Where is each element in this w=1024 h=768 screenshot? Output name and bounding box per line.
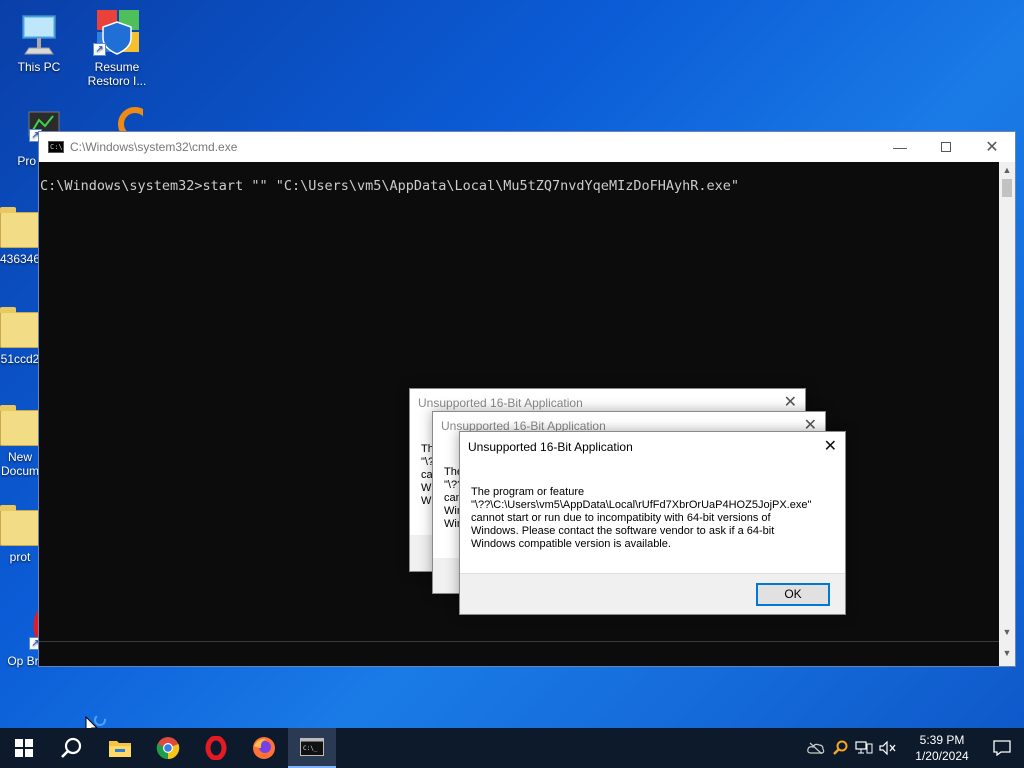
message-line: Windows. Please contact the software ven… bbox=[471, 525, 775, 537]
system-tray: 5:39 PM 1/20/2024 bbox=[804, 728, 1024, 768]
windows-logo-icon bbox=[15, 739, 33, 757]
cmd-app-icon: C:\ bbox=[48, 141, 64, 153]
scroll-up-icon[interactable]: ▲ bbox=[999, 162, 1015, 179]
close-icon[interactable]: ✕ bbox=[824, 432, 837, 462]
message-line: Windows compatible version is available. bbox=[471, 538, 671, 550]
taskbar-opera[interactable] bbox=[192, 728, 240, 768]
message-line: cannot start or run due to incompatibity… bbox=[471, 512, 771, 524]
vertical-scrollbar[interactable]: ▲ ▼ bbox=[999, 162, 1015, 641]
network-icon[interactable] bbox=[852, 728, 876, 768]
restoro-icon: ↗ bbox=[93, 8, 141, 56]
onedrive-offline-icon[interactable] bbox=[804, 728, 828, 768]
svg-text:C:\_: C:\_ bbox=[303, 745, 318, 752]
opera-icon bbox=[205, 736, 227, 760]
horizontal-scrollbar[interactable] bbox=[39, 641, 999, 666]
dialog-message: The program or feature "\??\C:\Users\vm5… bbox=[460, 462, 845, 574]
desktop-icon-label: This PC bbox=[17, 60, 61, 74]
shortcut-arrow-icon: ↗ bbox=[93, 43, 106, 56]
scrollbar-thumb[interactable] bbox=[1002, 179, 1012, 197]
minimize-icon: — bbox=[893, 139, 907, 155]
desktop-icon-label: Resume Restoro I... bbox=[87, 60, 147, 88]
scroll-corner-down-icon[interactable]: ▼ bbox=[999, 641, 1015, 666]
folder-icon bbox=[0, 207, 40, 248]
cmd-window-title: C:\Windows\system32\cmd.exe bbox=[70, 140, 238, 154]
maximize-icon bbox=[941, 142, 951, 152]
taskbar: C:\_ 5:39 PM 1/20/2024 bbox=[0, 728, 1024, 768]
maximize-button[interactable] bbox=[923, 132, 969, 162]
search-icon bbox=[61, 737, 82, 758]
close-button[interactable]: ✕ bbox=[969, 132, 1015, 162]
dialog-title-bar[interactable]: Unsupported 16-Bit Application ✕ bbox=[460, 432, 845, 462]
taskbar-chrome[interactable] bbox=[144, 728, 192, 768]
file-explorer-icon bbox=[109, 741, 131, 757]
volume-muted-icon[interactable] bbox=[876, 728, 900, 768]
taskbar-file-explorer[interactable] bbox=[96, 728, 144, 768]
chrome-icon bbox=[156, 737, 180, 760]
search-tray-icon[interactable] bbox=[828, 728, 852, 768]
taskbar-firefox[interactable] bbox=[240, 728, 288, 768]
action-center-button[interactable] bbox=[980, 728, 1024, 768]
taskbar-clock[interactable]: 5:39 PM 1/20/2024 bbox=[904, 732, 980, 764]
folder-icon bbox=[0, 307, 40, 348]
document-icon bbox=[0, 405, 40, 446]
notification-icon bbox=[993, 740, 1011, 756]
start-button[interactable] bbox=[0, 728, 48, 768]
computer-icon bbox=[15, 8, 63, 56]
ok-button[interactable]: OK bbox=[756, 583, 830, 606]
cmd-icon: C:\_ bbox=[300, 738, 324, 756]
dialog-footer: OK bbox=[460, 573, 845, 614]
minimize-button[interactable]: — bbox=[877, 132, 923, 162]
desktop-icon-restoro[interactable]: ↗ Resume Restoro I... bbox=[79, 8, 155, 88]
console-line: C:\Windows\system32>start "" "C:\Users\v… bbox=[40, 178, 739, 194]
close-icon: ✕ bbox=[985, 139, 999, 156]
cmd-titlebar[interactable]: C:\ C:\Windows\system32\cmd.exe — ✕ bbox=[39, 132, 1015, 162]
search-button[interactable] bbox=[48, 728, 96, 768]
message-line: The program or feature bbox=[471, 486, 585, 498]
scroll-down-icon[interactable]: ▼ bbox=[999, 624, 1015, 641]
folder-icon bbox=[0, 505, 40, 546]
taskbar-cmd[interactable]: C:\_ bbox=[288, 728, 336, 768]
desktop-icon-this-pc[interactable]: This PC bbox=[1, 8, 77, 74]
firefox-icon bbox=[253, 737, 275, 759]
dialog-title: Unsupported 16-Bit Application bbox=[418, 396, 583, 410]
clock-time: 5:39 PM bbox=[919, 733, 965, 747]
dialog-front[interactable]: Unsupported 16-Bit Application ✕ The pro… bbox=[459, 431, 846, 615]
message-line: "\??\C:\Users\vm5\AppData\Local\rUfFd7Xb… bbox=[471, 499, 812, 511]
clock-date: 1/20/2024 bbox=[915, 749, 969, 763]
dialog-title: Unsupported 16-Bit Application bbox=[468, 440, 633, 454]
